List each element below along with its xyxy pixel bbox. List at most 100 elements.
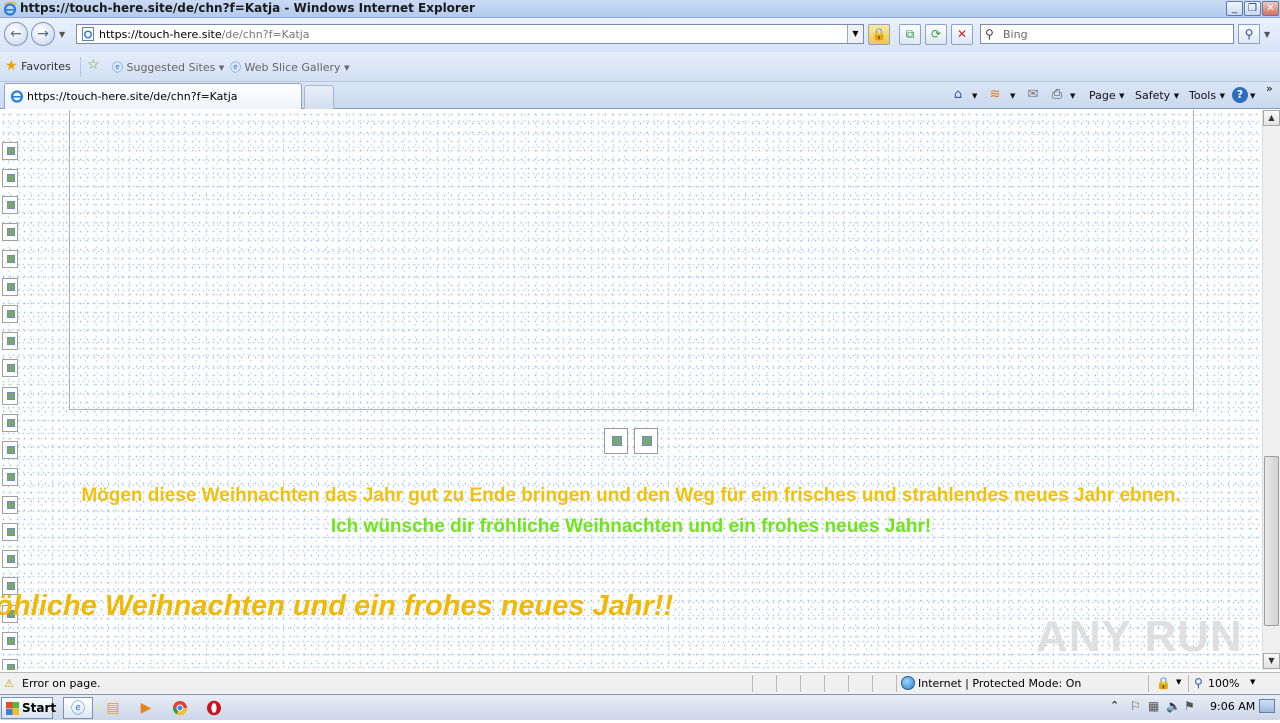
print-icon[interactable]: ⎙ [1048,86,1066,104]
action-center-icon[interactable]: ⚐ [1130,699,1141,713]
taskbar: Start ⓔ ▤ ▶ ⌃ ⚐ ▦ 🔈 ⚑ 9:06 AM [0,694,1280,720]
forward-button[interactable]: → [31,22,55,46]
back-button[interactable]: ← [4,22,28,46]
status-divider [872,675,873,692]
broken-image-icon[interactable] [634,428,658,454]
page-content: Mögen diese Weihnachten das Jahr gut zu … [0,110,1262,670]
taskbar-file-explorer-icon[interactable]: ▤ [98,697,128,719]
title-bar: https://touch-here.site/de/chn?f=Katja -… [0,0,1280,18]
taskbar-chrome-icon[interactable] [165,697,195,719]
broken-image-icon [2,278,18,296]
vertical-scrollbar[interactable]: ▲ ▼ [1262,110,1280,670]
status-divider [896,675,897,692]
read-mail-icon[interactable]: ✉ [1024,86,1042,104]
feeds-icon[interactable]: ≋ [986,86,1004,104]
search-options-icon[interactable]: ▼ [1264,30,1270,39]
scroll-down-icon[interactable]: ▼ [1263,653,1280,669]
favorites-star-icon: ★ [5,58,18,74]
suggested-sites-ie-icon: ⓔ [112,61,123,74]
scroll-up-icon[interactable]: ▲ [1263,110,1280,126]
restore-button[interactable]: ❐ [1244,1,1261,16]
close-window-button[interactable]: ✕ [1262,1,1279,16]
protected-mode-dropdown-icon[interactable]: ▼ [1176,678,1181,686]
search-box[interactable]: ⚲ Bing [980,24,1234,44]
lock-icon[interactable]: 🔒 [868,24,890,45]
home-icon[interactable]: ⌂ [949,86,967,104]
favorites-label: Favorites [21,60,71,73]
status-divider [1188,675,1189,692]
favorites-button[interactable]: ★ Favorites [5,58,71,74]
taskbar-clock[interactable]: 9:06 AM [1210,700,1255,713]
print-dropdown-icon[interactable]: ▼ [1070,87,1075,105]
zoom-level[interactable]: 100% [1208,677,1239,690]
url-path: /de/chn?f=Katja [221,28,310,41]
tab-active[interactable]: https://touch-here.site/de/chn?f=Katja [4,83,302,109]
tools-menu-dropdown-icon: ▼ [1219,92,1225,100]
url-text[interactable]: https://touch-here.site/de/chn?f=Katja [99,28,310,41]
internet-zone-globe-icon [901,676,915,690]
search-button[interactable]: ⚲ [1238,24,1260,44]
status-message[interactable]: Error on page. [22,677,100,690]
broken-image-icon [2,468,18,486]
page-menu[interactable]: Page ▼ [1089,87,1125,105]
safety-menu-label: Safety [1135,89,1171,102]
start-button[interactable]: Start [1,697,57,719]
network-icon[interactable]: ▦ [1148,699,1159,713]
refresh-icon[interactable]: ⟳ [925,24,947,45]
internet-explorer-icon [3,2,17,16]
broken-image-column [2,110,22,670]
status-divider [848,675,849,692]
start-label: Start [22,701,57,715]
tools-menu[interactable]: Tools ▼ [1189,87,1225,105]
web-slice-gallery-ie-icon: ⓔ [230,61,241,74]
safety-menu[interactable]: Safety ▼ [1135,87,1179,105]
taskbar-media-player-icon[interactable]: ▶ [131,697,161,719]
home-dropdown-icon[interactable]: ▼ [972,87,977,105]
new-tab-button[interactable] [304,85,334,109]
zoom-icon[interactable]: ⚲ [1194,676,1203,690]
safety-menu-dropdown-icon: ▼ [1173,92,1180,100]
back-arrow-icon: ← [10,26,22,42]
web-slice-gallery-link[interactable]: ⓔ Web Slice Gallery ▼ [230,59,349,75]
warning-icon[interactable]: ⚠ [4,677,18,690]
recent-pages-dropdown-icon[interactable]: ▼ [59,30,65,39]
page-menu-dropdown-icon: ▼ [1119,92,1125,100]
status-divider [752,675,753,692]
flag-icon[interactable]: ⚑ [1184,699,1195,713]
zoom-dropdown-icon[interactable]: ▼ [1250,678,1255,686]
url-host: https://touch-here.site [99,28,222,41]
broken-image-icon [2,142,18,160]
address-dropdown-icon[interactable]: ▼ [847,25,863,43]
broken-image-icon [2,250,18,268]
taskbar-opera-icon[interactable] [199,697,229,719]
broken-image-icon [2,387,18,405]
navigation-bar: ← → ▼ https://touch-here.site/de/chn?f=K… [0,18,1280,52]
compatibility-view-icon[interactable]: ⧉ [899,24,921,45]
taskbar-internet-explorer-icon[interactable]: ⓔ [63,697,93,719]
broken-image-icon[interactable] [604,428,628,454]
show-desktop-button[interactable] [1259,699,1275,713]
security-zone[interactable]: Internet | Protected Mode: On [918,677,1081,690]
suggested-sites-link[interactable]: ⓔ Suggested Sites ▼ [112,59,224,75]
address-bar[interactable]: https://touch-here.site/de/chn?f=Katja ▼ [76,24,864,44]
protected-mode-lock-icon[interactable]: 🔒 [1156,676,1171,690]
tab-page-icon [10,90,24,103]
stop-icon[interactable]: ✕ [951,24,973,45]
broken-image-icon [2,223,18,241]
status-divider [776,675,777,692]
status-bar: ⚠ Error on page. Internet | Protected Mo… [0,672,1280,694]
scroll-thumb[interactable] [1264,456,1279,626]
chrome-logo-icon [173,701,187,715]
add-to-favorites-bar-button[interactable]: ☆ [87,57,100,73]
help-dropdown-icon[interactable]: ▼ [1250,87,1255,105]
broken-image-icon [2,632,18,650]
chevron-more-icon[interactable]: » [1266,80,1273,98]
minimize-button[interactable]: _ [1226,1,1243,16]
broken-image-icon [2,305,18,323]
show-hidden-icons-icon[interactable]: ⌃ [1110,699,1119,712]
help-icon[interactable]: ? [1232,87,1248,103]
feeds-dropdown-icon[interactable]: ▼ [1010,87,1015,105]
opera-logo-icon [207,700,221,716]
volume-icon[interactable]: 🔈 [1166,699,1181,713]
favorites-bar: ★ Favorites ☆ ⓔ Suggested Sites ▼ ⓔ Web … [0,52,1280,82]
